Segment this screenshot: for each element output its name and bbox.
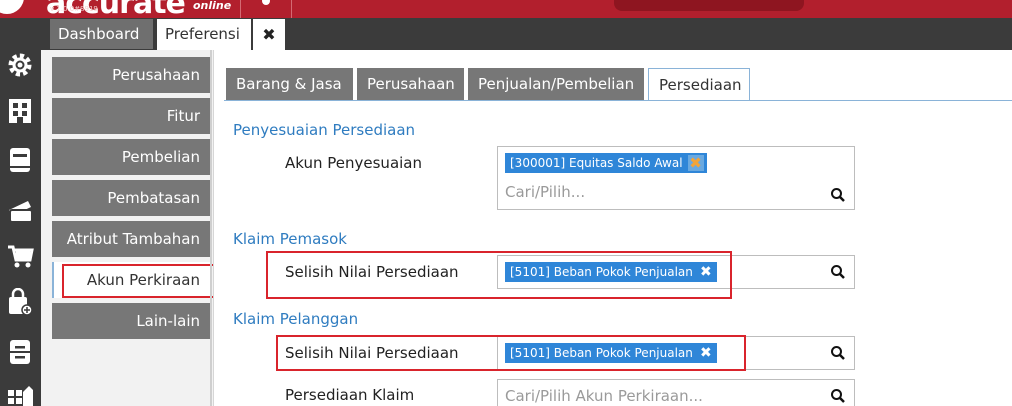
search-icon[interactable]	[830, 345, 846, 361]
submenu-divider	[210, 50, 212, 406]
tab-penjualan-pembelian[interactable]: Penjualan/Pembelian	[468, 68, 644, 100]
brand-suffix: online	[193, 0, 232, 12]
building-icon[interactable]	[6, 96, 34, 124]
tab-barang-jasa[interactable]: Barang & Jasa	[226, 68, 353, 100]
app-header: accurate online v 1.0.0#8919	[0, 0, 1012, 18]
search-placeholder[interactable]: Cari/Pilih Akun Perkiraan...	[505, 387, 703, 405]
search-icon[interactable]	[830, 388, 846, 404]
submenu-item-perusahaan[interactable]: Perusahaan	[52, 57, 210, 93]
gear-icon[interactable]	[6, 51, 34, 79]
submenu-item-pembelian[interactable]: Pembelian	[52, 139, 210, 175]
shopping-bag-icon[interactable]	[6, 288, 34, 316]
search-icon[interactable]	[830, 187, 846, 203]
search-placeholder[interactable]: Cari/Pilih...	[505, 183, 585, 201]
field-label-akun-penyesuaian: Akun Penyesuaian	[285, 154, 422, 172]
selected-account-tag: [300001] Equitas Saldo Awal ✖	[505, 153, 707, 173]
close-tab-button[interactable]: ✖	[253, 19, 285, 50]
cabinet-icon[interactable]	[6, 338, 34, 366]
submenu-item-pembatasan[interactable]: Pembatasan	[52, 180, 210, 216]
section-title-klaim-pelanggan: Klaim Pelanggan	[233, 310, 359, 328]
card-icon[interactable]	[6, 196, 34, 224]
header-user-area[interactable]	[614, 0, 804, 11]
search-icon[interactable]	[830, 264, 846, 280]
persediaan-klaim-select[interactable]: Cari/Pilih Akun Perkiraan...	[497, 379, 855, 406]
highlight-box	[276, 335, 746, 371]
tab-perusahaan[interactable]: Perusahaan	[357, 68, 464, 100]
tab-underline	[224, 100, 1012, 101]
tab-dashboard[interactable]: Dashboard	[50, 19, 153, 50]
header-divider	[240, 0, 241, 18]
field-label-persediaan-klaim: Persediaan Klaim	[285, 386, 415, 404]
app-logo[interactable]	[0, 0, 24, 14]
ledger-icon[interactable]	[6, 146, 34, 174]
header-divider	[291, 0, 292, 18]
tag-label: [300001] Equitas Saldo Awal	[510, 156, 683, 170]
akun-penyesuaian-select[interactable]: [300001] Equitas Saldo Awal ✖ Cari/Pilih…	[497, 146, 855, 210]
app-version: v 1.0.0#8919	[50, 5, 98, 13]
highlight-box	[62, 264, 216, 298]
content-area: Perusahaan Fitur Pembelian Pembatasan At…	[41, 50, 1012, 406]
remove-tag-icon[interactable]: ✖	[687, 155, 704, 171]
settings-panel: Barang & Jasa Perusahaan Penjualan/Pembe…	[213, 50, 1012, 406]
notification-icon[interactable]	[262, 0, 270, 5]
highlight-box	[266, 251, 732, 299]
submenu-item-lain-lain[interactable]: Lain-lain	[52, 303, 210, 339]
submenu-item-atribut-tambahan[interactable]: Atribut Tambahan	[52, 221, 210, 257]
cart-icon[interactable]	[6, 242, 34, 270]
tab-persediaan[interactable]: Persediaan	[648, 68, 750, 101]
sidebar	[0, 18, 41, 406]
grid-building-icon[interactable]	[6, 382, 34, 406]
tab-preferensi[interactable]: Preferensi	[157, 19, 251, 50]
section-title-penyesuaian: Penyesuaian Persediaan	[233, 121, 416, 139]
section-title-klaim-pemasok: Klaim Pemasok	[233, 230, 347, 248]
submenu-item-fitur[interactable]: Fitur	[52, 98, 210, 134]
